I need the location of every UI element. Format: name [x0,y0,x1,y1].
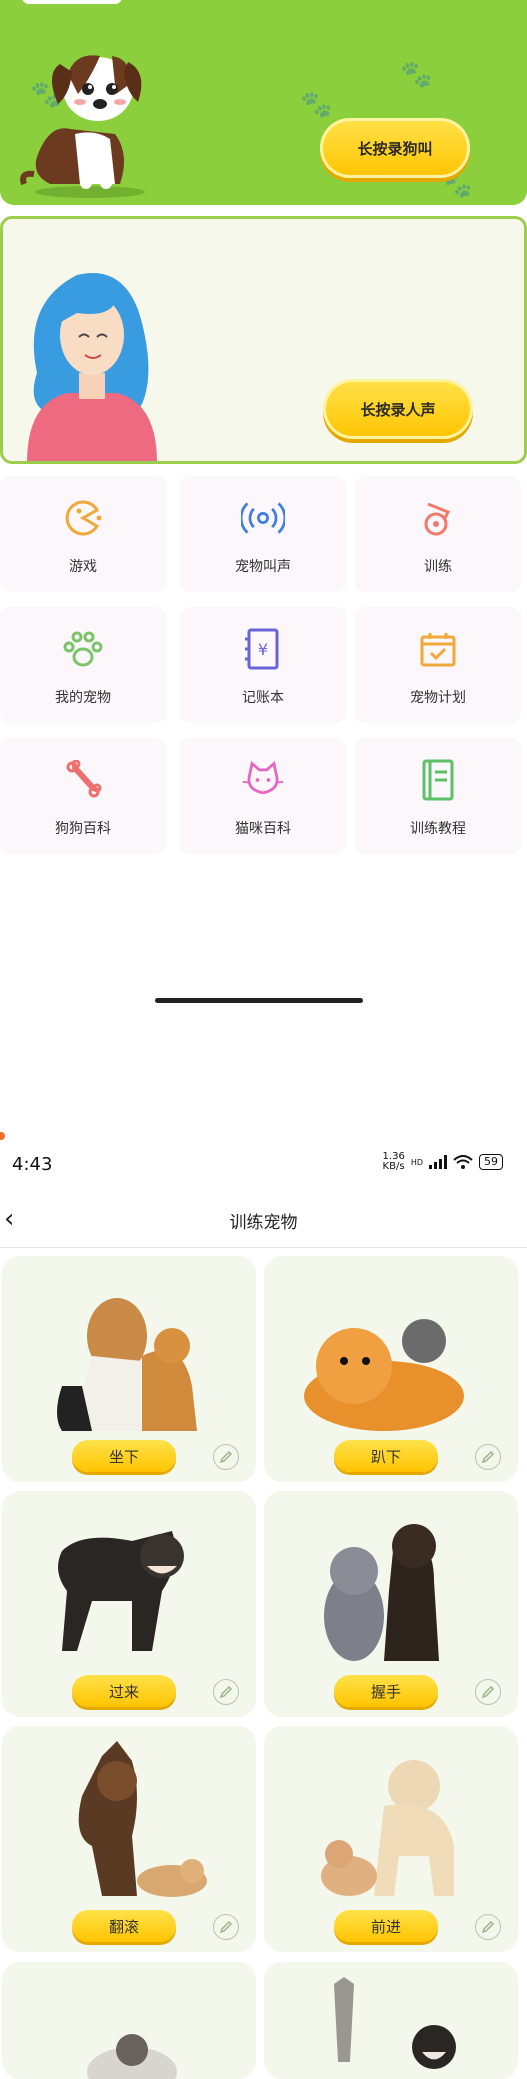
page-title: 训练宠物 [229,1213,298,1233]
training-label: 坐下 [108,1447,139,1466]
menu-item-my-pets[interactable]: 我的宠物 [0,607,166,723]
training-label: 翻滚 [108,1917,139,1936]
notification-dot [0,1132,5,1140]
nav-bar: ‹ 训练宠物 [0,1190,527,1248]
retriever-puppy-and-kitten-photo [321,1760,454,1896]
training-label-pill: 趴下 [334,1440,438,1472]
menu-label: 宠物计划 [410,690,466,706]
menu-label: 记账本 [242,690,284,706]
training-label-pill: 坐下 [72,1440,176,1472]
cartoon-woman-illustration [27,273,157,461]
battery-indicator: 59 [479,1154,503,1170]
pomeranian-and-cat-photo [304,1319,464,1431]
menu-label: 训练教程 [410,821,466,837]
network-speed: 1.36 KB/s [383,1152,405,1172]
status-icons: 1.36 KB/s HD 59 [383,1152,503,1172]
paw-decoration-icon: 🐾 [400,60,433,90]
page: 🐾 🐾 🐾 🐾 长按录狗叫 长按录人声 游戏 宠物叫声 训练 我的宠物 ¥ 记账… [0,0,527,2079]
training-card-forward[interactable]: 前进 [264,1726,518,1952]
menu-item-training-tutorial[interactable]: 训练教程 [355,738,521,854]
menu-item-cat-encyclopedia[interactable]: 猫咪百科 [180,738,346,854]
status-bar: 4:43 1.36 KB/s HD 59 [0,1140,527,1190]
calendar-check-icon [416,627,460,671]
status-time: 4:43 [12,1154,53,1175]
paw-decoration-icon: 🐾 [300,90,333,120]
menu-label: 猫咪百科 [235,821,291,837]
menu-label: 狗狗百科 [55,821,111,837]
menu-label: 我的宠物 [55,690,111,706]
menu-item-pet-sounds[interactable]: 宠物叫声 [180,476,346,592]
training-label-pill: 翻滚 [72,1910,176,1942]
training-card-come[interactable]: 过来 [2,1491,256,1717]
record-human-voice-button[interactable]: 长按录人声 [323,379,473,439]
menu-item-game[interactable]: 游戏 [0,476,166,592]
training-card-partial[interactable] [264,1962,518,2079]
training-label: 过来 [108,1682,139,1701]
menu-item-training[interactable]: 训练 [355,476,521,592]
home-indicator[interactable] [155,998,363,1003]
husky-puppy-photo [87,2034,177,2079]
cartoon-dog-illustration [20,55,145,198]
dog-record-banner: 🐾 🐾 🐾 🐾 长按录狗叫 [0,0,527,205]
cat-face-icon [241,758,285,802]
training-card-partial[interactable] [2,1962,256,2079]
pacman-icon [61,496,105,540]
edit-pencil-icon[interactable] [213,1444,239,1470]
beagle-and-cat-photo [52,1298,197,1431]
human-record-banner: 长按录人声 [0,216,527,464]
svg-text:¥: ¥ [258,640,268,659]
training-label-pill: 过来 [72,1675,176,1707]
training-label: 前进 [370,1917,401,1936]
shiba-running-photo [58,1531,184,1651]
training-card-shake-hands[interactable]: 握手 [264,1491,518,1717]
record-dog-bark-label: 长按录狗叫 [357,139,433,158]
menu-label: 宠物叫声 [235,559,291,575]
edit-pencil-icon[interactable] [475,1679,501,1705]
network-type: HD [410,1157,423,1167]
record-dog-bark-button[interactable]: 长按录狗叫 [320,118,470,178]
edit-pencil-icon[interactable] [213,1914,239,1940]
ledger-icon: ¥ [241,627,285,671]
training-label-pill: 前进 [334,1910,438,1942]
menu-item-dog-encyclopedia[interactable]: 狗狗百科 [0,738,166,854]
training-label: 趴下 [370,1447,401,1466]
bone-icon [61,758,105,802]
edit-pencil-icon[interactable] [475,1444,501,1470]
shepherd-and-kitten-photo [78,1741,207,1897]
training-label-pill: 握手 [334,1675,438,1707]
menu-item-ledger[interactable]: ¥ 记账本 [180,607,346,723]
labrador-and-cat-photo [324,1524,439,1661]
whistle-icon [416,496,460,540]
book-icon [416,758,460,802]
network-speed-unit: KB/s [382,1161,405,1172]
training-label: 握手 [370,1682,401,1701]
wifi-icon [453,1155,473,1169]
menu-label: 训练 [424,559,452,575]
training-card-roll-over[interactable]: 翻滚 [2,1726,256,1952]
menu-item-pet-plan[interactable]: 宠物计划 [355,607,521,723]
training-card-lie-down[interactable]: 趴下 [264,1256,518,1482]
record-human-voice-label: 长按录人声 [360,400,436,419]
edit-pencil-icon[interactable] [475,1914,501,1940]
menu-label: 游戏 [69,559,97,575]
paw-icon [61,627,105,671]
training-card-sit[interactable]: 坐下 [2,1256,256,1482]
edit-pencil-icon[interactable] [213,1679,239,1705]
top-pill-decoration [22,0,122,4]
sound-wave-icon [241,496,285,540]
signal-icon [429,1155,447,1169]
cat-and-husky-photo [334,1977,456,2069]
